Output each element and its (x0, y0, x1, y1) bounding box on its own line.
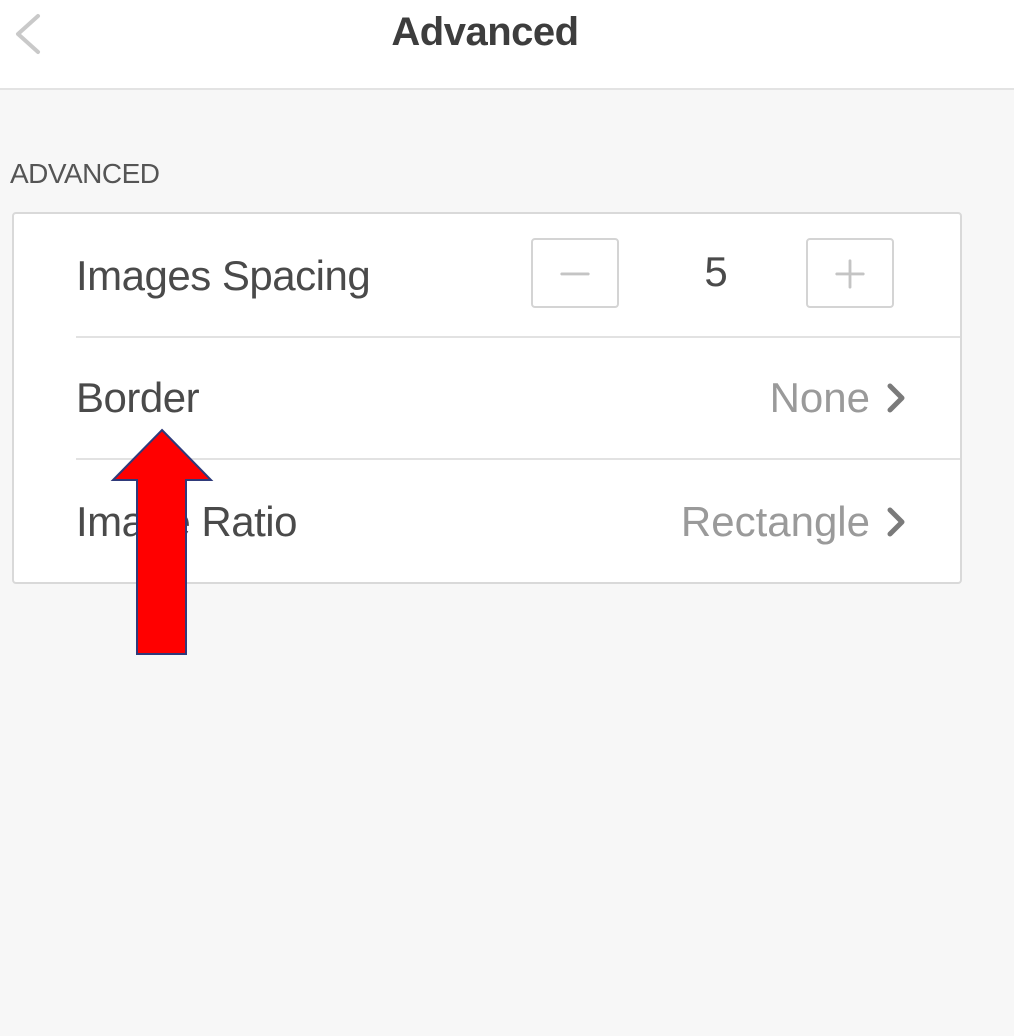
section-heading: ADVANCED (10, 158, 160, 189)
minus-icon (560, 272, 590, 276)
border-value: None (769, 374, 870, 421)
annotation-arrow-icon (110, 428, 214, 655)
chevron-right-icon (887, 383, 905, 413)
image-ratio-value: Rectangle (680, 498, 870, 545)
images-spacing-label: Images Spacing (76, 252, 371, 299)
images-spacing-row: Images Spacing 5 (76, 214, 960, 338)
plus-icon (835, 259, 865, 289)
decrement-button[interactable] (531, 238, 619, 308)
border-label: Border (76, 374, 200, 421)
top-bar: Advanced (0, 0, 1014, 90)
chevron-right-icon (887, 507, 905, 537)
images-spacing-value: 5 (704, 248, 728, 295)
page-title: Advanced (391, 10, 579, 54)
increment-button[interactable] (806, 238, 894, 308)
